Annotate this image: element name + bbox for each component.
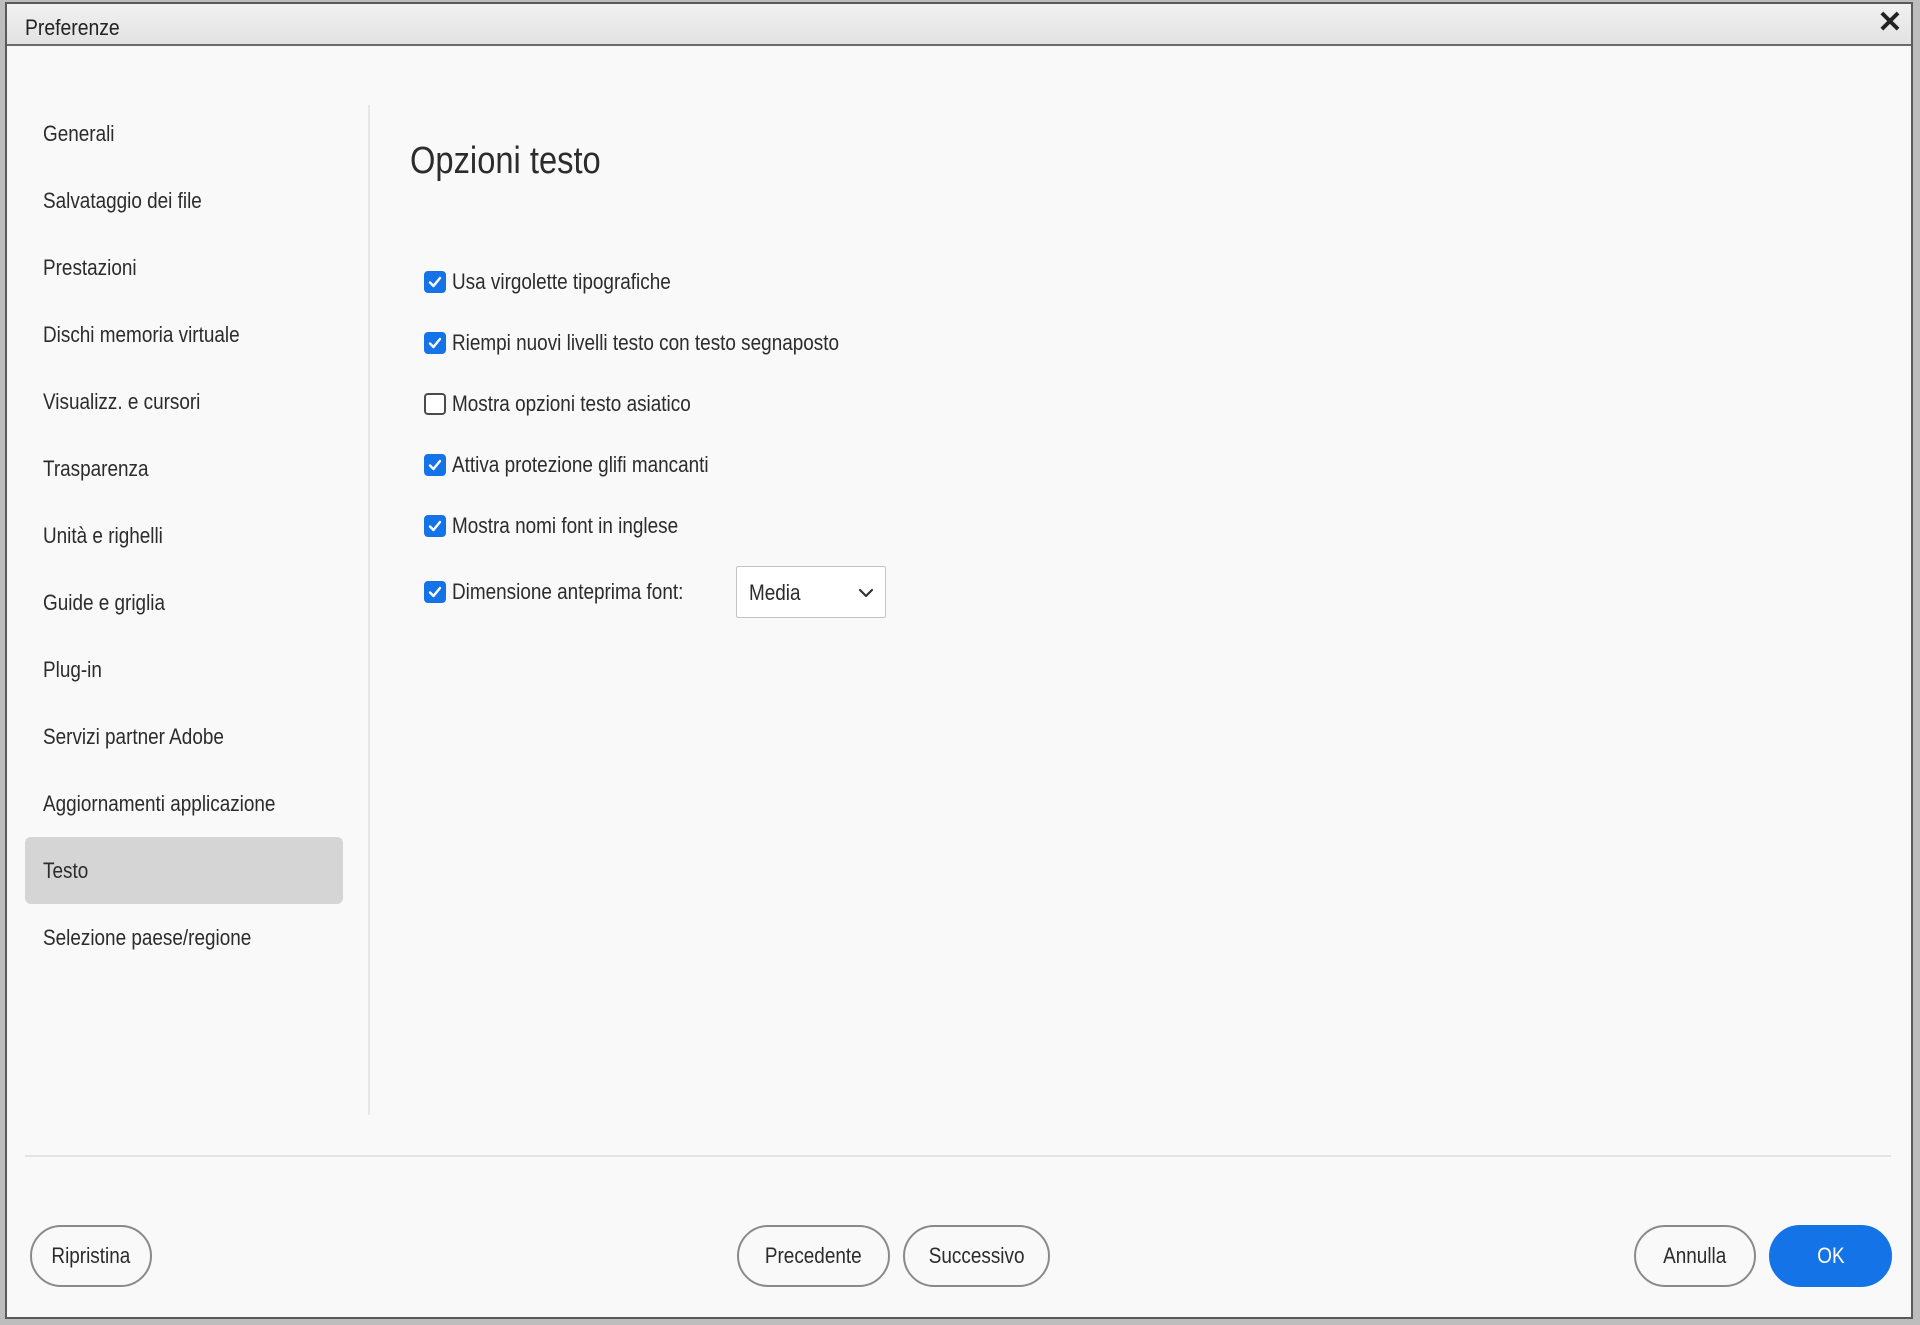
checkbox-checked[interactable] — [424, 581, 446, 603]
sidebar-item-selezione-paese-regione[interactable]: Selezione paese/regione — [25, 904, 343, 971]
sidebar-item-servizi-partner-adobe[interactable]: Servizi partner Adobe — [25, 703, 343, 770]
ok-button-label: OK — [1816, 1243, 1845, 1268]
font-preview-size-select[interactable]: Media — [736, 566, 886, 618]
checkmark-icon — [428, 520, 442, 532]
option-label: Dimensione anteprima font: — [452, 579, 684, 604]
sidebar-item-label: Plug-in — [43, 657, 102, 682]
checkbox-checked[interactable] — [424, 271, 446, 293]
sidebar-item-prestazioni[interactable]: Prestazioni — [25, 234, 343, 301]
checkmark-icon — [428, 337, 442, 349]
option-label: Riempi nuovi livelli testo con testo seg… — [452, 330, 840, 355]
sidebar-item-plug-in[interactable]: Plug-in — [25, 636, 343, 703]
sidebar-item-label: Guide e griglia — [43, 590, 166, 615]
cancel-button[interactable]: Annulla — [1634, 1225, 1756, 1287]
sidebar-item-label: Testo — [43, 858, 89, 883]
close-icon[interactable]: ✕ — [1875, 8, 1905, 38]
sidebar-item-generali[interactable]: Generali — [25, 100, 343, 167]
font-preview-size-value: Media — [749, 580, 801, 605]
sidebar-item-label: Visualizz. e cursori — [43, 389, 201, 414]
chevron-down-icon — [858, 588, 874, 598]
sidebar-item-label: Salvataggio dei file — [43, 188, 202, 213]
cancel-button-label: Annulla — [1663, 1243, 1727, 1268]
window-title: Preferenze — [25, 15, 120, 40]
option-label: Mostra opzioni testo asiatico — [452, 391, 691, 416]
sidebar-item-label: Generali — [43, 121, 115, 146]
option-row[interactable]: Attiva protezione glifi mancanti — [424, 448, 750, 482]
checkbox-checked[interactable] — [424, 332, 446, 354]
ok-button[interactable]: OK — [1769, 1225, 1892, 1287]
checkmark-icon — [428, 459, 442, 471]
sidebar-item-label: Dischi memoria virtuale — [43, 322, 240, 347]
previous-button-label: Precedente — [765, 1243, 862, 1268]
checkmark-icon — [428, 276, 442, 288]
sidebar-item-label: Aggiornamenti applicazione — [43, 791, 276, 816]
sidebar-item-testo[interactable]: Testo — [25, 837, 343, 904]
next-button[interactable]: Successivo — [903, 1225, 1050, 1287]
section-title: Opzioni testo — [410, 140, 601, 182]
sidebar-item-unita-e-righelli[interactable]: Unità e righelli — [25, 502, 343, 569]
option-label: Attiva protezione glifi mancanti — [452, 452, 709, 477]
sidebar-item-guide-e-griglia[interactable]: Guide e griglia — [25, 569, 343, 636]
option-row[interactable]: Riempi nuovi livelli testo con testo seg… — [424, 326, 902, 360]
sidebar-item-aggiornamenti-applicazione[interactable]: Aggiornamenti applicazione — [25, 770, 343, 837]
checkbox-checked[interactable] — [424, 454, 446, 476]
reset-button[interactable]: Ripristina — [30, 1225, 152, 1287]
title-bar: Preferenze ✕ — [7, 4, 1911, 46]
checkbox-unchecked[interactable] — [424, 393, 446, 415]
previous-button[interactable]: Precedente — [737, 1225, 890, 1287]
sidebar-item-salvataggio-dei-file[interactable]: Salvataggio dei file — [25, 167, 343, 234]
footer-divider — [25, 1155, 1891, 1157]
option-label: Usa virgolette tipografiche — [452, 269, 671, 294]
option-row[interactable]: Usa virgolette tipografiche — [424, 265, 706, 299]
checkmark-icon — [428, 586, 442, 598]
checkbox-checked[interactable] — [424, 515, 446, 537]
sidebar-divider — [368, 105, 370, 1115]
preferences-sidebar: Generali Salvataggio dei file Prestazioni D… — [25, 100, 343, 971]
reset-button-label: Ripristina — [51, 1243, 131, 1268]
sidebar-item-label: Trasparenza — [43, 456, 149, 481]
sidebar-item-label: Prestazioni — [43, 255, 137, 280]
sidebar-item-dischi-memoria-virtuale[interactable]: Dischi memoria virtuale — [25, 301, 343, 368]
option-row[interactable]: Mostra nomi font in inglese — [424, 509, 715, 543]
sidebar-item-visualizz-e-cursori[interactable]: Visualizz. e cursori — [25, 368, 343, 435]
sidebar-item-label: Unità e righelli — [43, 523, 163, 548]
next-button-label: Successivo — [928, 1243, 1025, 1268]
option-label: Mostra nomi font in inglese — [452, 513, 679, 538]
option-row[interactable]: Mostra opzioni testo asiatico — [424, 387, 730, 421]
sidebar-item-label: Selezione paese/regione — [43, 925, 252, 950]
sidebar-item-trasparenza[interactable]: Trasparenza — [25, 435, 343, 502]
option-row[interactable]: Dimensione anteprima font: — [424, 575, 721, 609]
sidebar-item-label: Servizi partner Adobe — [43, 724, 224, 749]
